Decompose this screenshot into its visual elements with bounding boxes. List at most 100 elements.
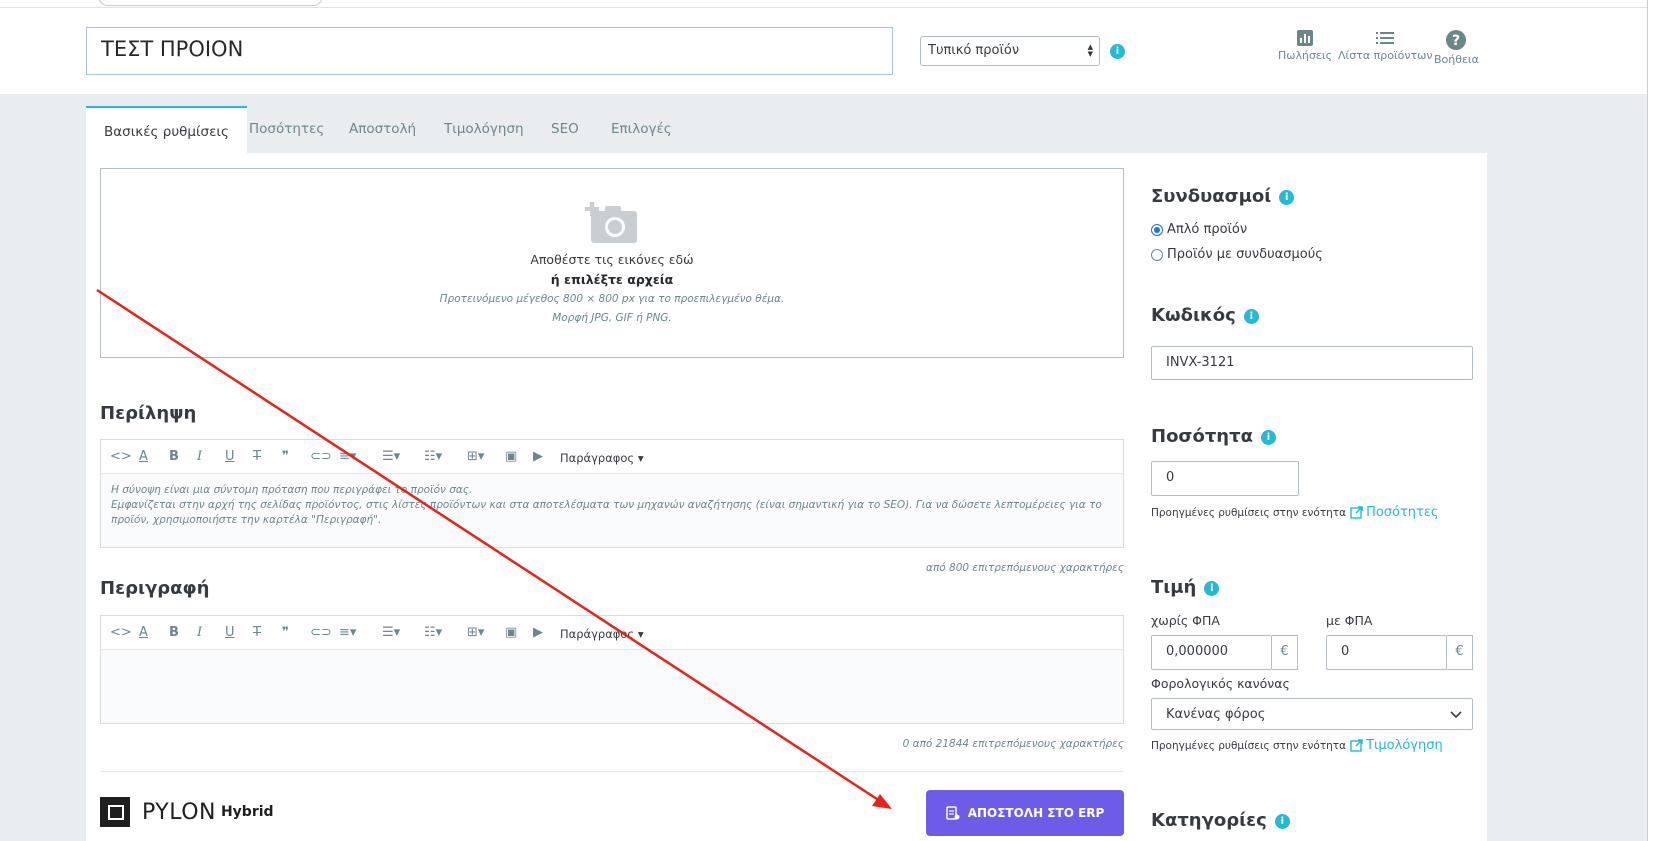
summary-editor[interactable]: <> A B I U T ❞ ⊂⊃ ≡▾ ☰▾ ☷▾ ⊞▾ ▣ ▶ Παράγρ… (100, 439, 1124, 548)
text-color-icon[interactable]: A (139, 449, 148, 465)
summary-toolbar: <> A B I U T ❞ ⊂⊃ ≡▾ ☰▾ ☷▾ ⊞▾ ▣ ▶ Παράγρ… (101, 440, 1123, 474)
external-link-icon (1350, 739, 1363, 752)
tab-seo[interactable]: SEO (551, 106, 579, 153)
help-tool-button[interactable]: ? Βοήθεια (1434, 30, 1479, 66)
strikethrough-icon[interactable]: T (253, 449, 261, 465)
section-divider (100, 771, 1124, 772)
image-dropzone[interactable]: Αποθέστε τις εικόνες εδώ ή επιλέξτε αρχε… (100, 168, 1124, 358)
tab-shipping[interactable]: Αποστολή (349, 106, 416, 153)
combinations-info-icon[interactable]: i (1279, 190, 1295, 205)
quantity-info-icon[interactable]: i (1260, 430, 1276, 445)
description-char-counter: 0 από 21844 επιτρεπόμενους χαρακτήρες (902, 738, 1124, 750)
bar-chart-icon (1297, 30, 1314, 46)
table-icon[interactable]: ⊞▾ (467, 449, 484, 465)
italic-icon[interactable]: I (197, 449, 202, 465)
product-type-select[interactable]: Τυπικό προϊόν ▲ ▼ (920, 36, 1100, 66)
pylon-logo-name: PYLON (142, 799, 216, 825)
reference-title: Κωδικός i (1151, 305, 1259, 326)
paragraph-format-label: Παράγραφος (560, 627, 635, 641)
summary-title: Περίληψη (100, 403, 197, 424)
reference-info-icon[interactable]: i (1243, 309, 1259, 324)
product-type-info-icon[interactable]: i (1110, 44, 1125, 59)
blockquote-icon[interactable]: ❞ (282, 449, 289, 465)
radio-product-with-combinations[interactable]: Προϊόν με συνδυασμούς (1151, 247, 1323, 262)
tax-rule-select[interactable]: Κανένας φόρος (1151, 698, 1473, 730)
pricing-link-label: Τιμολόγηση (1366, 738, 1443, 753)
external-link-icon (1350, 506, 1363, 519)
help-tool-label: Βοήθεια (1434, 53, 1479, 66)
pylon-logo: PYLON Hybrid (100, 797, 274, 827)
description-title: Περιγραφή (100, 578, 210, 599)
chevron-down-icon (1450, 711, 1462, 719)
quantity-note-text: Προηγμένες ρυθμίσεις στην ενότητα (1151, 506, 1347, 519)
product-type-value: Τυπικό προϊόν (928, 43, 1020, 58)
price-excl-input[interactable]: 0,000000 (1151, 635, 1272, 670)
tax-rule-value: Κανένας φόρος (1166, 707, 1266, 722)
dropzone-format-hint: Μορφή JPG, GIF ή PNG. (552, 312, 672, 324)
description-toolbar: <> A B I U T ❞ ⊂⊃ ≡▾ ☰▾ ☷▾ ⊞▾ ▣ ▶ Παράγρ… (101, 616, 1123, 650)
image-icon[interactable]: ▣ (505, 449, 517, 465)
align-icon[interactable]: ≡▾ (339, 449, 356, 465)
combinations-product-label: Προϊόν με συνδυασμούς (1167, 247, 1323, 262)
code-view-icon[interactable]: <> (110, 449, 132, 465)
pricing-link[interactable]: Τιμολόγηση (1350, 738, 1443, 753)
paragraph-format-select[interactable]: Παράγραφος ▾ (560, 450, 644, 466)
simple-product-label: Απλό προϊόν (1167, 222, 1248, 237)
top-tab-stub (98, 0, 323, 6)
price-incl-input[interactable]: 0 (1326, 635, 1447, 670)
pricing-note-text: Προηγμένες ρυθμίσεις στην ενότητα (1151, 739, 1347, 752)
bullet-list-icon[interactable]: ☰▾ (382, 625, 400, 641)
product-name-input[interactable]: ΤΕΣΤ ΠΡΟΙΟΝ (86, 27, 893, 75)
table-icon[interactable]: ⊞▾ (467, 625, 484, 641)
categories-info-icon[interactable]: i (1274, 814, 1290, 829)
bold-icon[interactable]: B (169, 449, 179, 465)
numbered-list-icon[interactable]: ☷▾ (424, 625, 442, 641)
bullet-list-icon[interactable]: ☰▾ (382, 449, 400, 465)
code-view-icon[interactable]: <> (110, 625, 132, 641)
link-icon[interactable]: ⊂⊃ (310, 625, 332, 641)
underline-icon[interactable]: U (225, 625, 235, 641)
description-editor[interactable]: <> A B I U T ❞ ⊂⊃ ≡▾ ☰▾ ☷▾ ⊞▾ ▣ ▶ Παράγρ… (100, 615, 1124, 724)
tab-options[interactable]: Επιλογές (611, 106, 672, 153)
strikethrough-icon[interactable]: T (253, 625, 261, 641)
send-to-erp-button[interactable]: ΑΠΟΣΤΟΛΗ ΣΤΟ ERP (926, 790, 1124, 836)
tax-rule-label: Φορολογικός κανόνας (1151, 676, 1290, 691)
dropzone-size-hint: Προτεινόμενο μέγεθος 800 × 800 px για το… (439, 293, 785, 305)
radio-unchecked-icon (1151, 248, 1163, 261)
categories-title: Κατηγορίες i (1151, 810, 1290, 831)
pylon-logo-mark (100, 797, 130, 827)
text-color-icon[interactable]: A (139, 625, 148, 641)
choose-files-link[interactable]: ή επιλέξτε αρχεία (101, 272, 1123, 287)
underline-icon[interactable]: U (225, 449, 235, 465)
paragraph-format-select[interactable]: Παράγραφος ▾ (560, 626, 644, 642)
media-icon[interactable]: ▶ (533, 449, 543, 465)
align-icon[interactable]: ≡▾ (339, 625, 356, 641)
blockquote-icon[interactable]: ❞ (282, 625, 289, 641)
bold-icon[interactable]: B (169, 625, 179, 641)
image-icon[interactable]: ▣ (505, 625, 517, 641)
italic-icon[interactable]: I (197, 625, 202, 641)
price-title-text: Τιμή (1151, 577, 1197, 598)
tab-pricing[interactable]: Τιμολόγηση (444, 106, 524, 153)
window-edge (1647, 0, 1648, 841)
tab-quantities[interactable]: Ποσότητες (249, 106, 324, 153)
quantities-link[interactable]: Ποσότητες (1350, 505, 1439, 520)
numbered-list-icon[interactable]: ☷▾ (424, 449, 442, 465)
paragraph-format-label: Παράγραφος (560, 451, 635, 465)
media-icon[interactable]: ▶ (533, 625, 543, 641)
quantity-input[interactable]: 0 (1151, 461, 1299, 496)
combinations-title-text: Συνδυασμοί (1151, 186, 1272, 207)
help-icon: ? (1446, 30, 1467, 50)
quantity-title: Ποσότητα i (1151, 426, 1276, 447)
reference-title-text: Κωδικός (1151, 305, 1236, 326)
summary-char-counter: από 800 επιτρεπόμενους χαρακτήρες (926, 562, 1124, 574)
price-info-icon[interactable]: i (1204, 581, 1220, 596)
quantity-title-text: Ποσότητα (1151, 426, 1253, 447)
link-icon[interactable]: ⊂⊃ (310, 449, 332, 465)
svg-text:?: ? (1452, 33, 1460, 49)
product-list-tool-button[interactable]: Λίστα προϊόντων (1338, 30, 1433, 62)
sales-tool-button[interactable]: Πωλήσεις (1278, 30, 1332, 62)
tab-basic-settings[interactable]: Βασικές ρυθμίσεις (86, 106, 247, 153)
reference-input[interactable]: INVX-3121 (1151, 346, 1473, 380)
radio-simple-product[interactable]: Απλό προϊόν (1151, 222, 1247, 237)
